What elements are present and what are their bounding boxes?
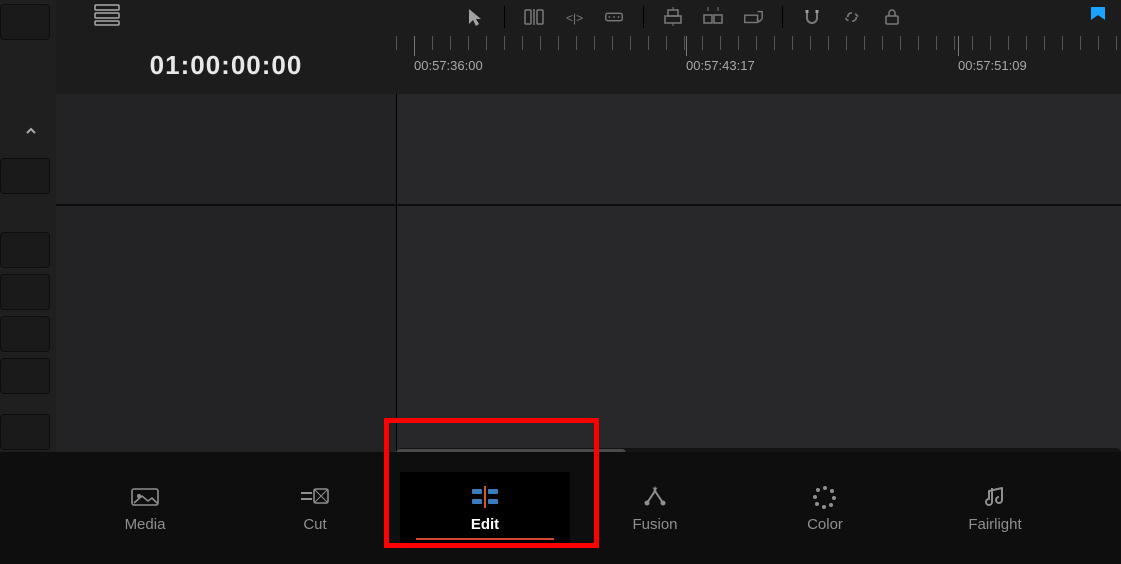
left-slot[interactable]: [0, 358, 50, 394]
overwrite-clip-icon[interactable]: [603, 6, 625, 28]
ruler-major-tick: [414, 36, 415, 56]
razor-blade-icon[interactable]: [523, 6, 545, 28]
ruler-major-tick: [958, 36, 959, 56]
stacked-timelines-icon[interactable]: [94, 4, 120, 26]
append-at-end-icon[interactable]: [742, 6, 764, 28]
timecode-value: 01:00:00:00: [150, 50, 303, 81]
svg-text:<|>: <|>: [566, 11, 583, 25]
collapse-chevron-icon[interactable]: [24, 124, 38, 141]
flag-marker-icon[interactable]: [1089, 6, 1107, 33]
page-tab-fusion[interactable]: Fusion: [570, 472, 740, 544]
ruler-label: 00:57:43:17: [686, 58, 755, 73]
left-panel: [0, 0, 57, 452]
left-slot[interactable]: [0, 158, 50, 194]
track-row[interactable]: [56, 204, 1121, 452]
left-slot[interactable]: [0, 232, 50, 268]
page-tab-fairlight[interactable]: Fairlight: [910, 472, 1080, 544]
insert-clip-icon[interactable]: <|>: [563, 6, 585, 28]
page-navigation-bar: Media Cut Edit F: [0, 452, 1121, 564]
page-tab-label: Fusion: [632, 516, 677, 533]
timeline-toolbar: <|>: [56, 0, 1121, 37]
page-tab-cut[interactable]: Cut: [230, 472, 400, 544]
left-slot[interactable]: [0, 274, 50, 310]
lock-position-icon[interactable]: [881, 6, 903, 28]
color-page-icon: [812, 484, 838, 510]
app-root: <|>: [0, 0, 1121, 564]
page-tab-label: Media: [125, 516, 166, 533]
master-timecode[interactable]: 01:00:00:00: [56, 36, 397, 94]
left-slot[interactable]: [0, 4, 50, 40]
toolbar-separator: [643, 6, 644, 28]
cut-page-icon: [298, 484, 332, 510]
page-tab-label: Cut: [303, 516, 326, 533]
media-page-icon: [130, 484, 160, 510]
toolbar-separator: [782, 6, 783, 28]
left-slot[interactable]: [0, 316, 50, 352]
toolbar-separator: [504, 6, 505, 28]
magnet-snap-icon[interactable]: [801, 6, 823, 28]
arrow-pointer-icon[interactable]: [464, 6, 486, 28]
fusion-page-icon: [641, 484, 669, 510]
page-tab-edit[interactable]: Edit: [400, 472, 570, 544]
track-row[interactable]: [56, 94, 1121, 206]
timeline-ruler[interactable]: 00:57:36:00 00:57:43:17 00:57:51:09: [396, 36, 1121, 95]
timeline-header: 01:00:00:00 00:57:36:00 00:57:43:17 00:5…: [56, 36, 1121, 94]
replace-clip-icon[interactable]: [662, 6, 684, 28]
ruler-major-tick: [686, 36, 687, 56]
page-tab-color[interactable]: Color: [740, 472, 910, 544]
page-tab-label: Fairlight: [968, 516, 1021, 533]
page-tab-media[interactable]: Media: [60, 472, 230, 544]
fairlight-page-icon: [984, 484, 1006, 510]
page-tab-label: Edit: [471, 516, 499, 533]
left-slot[interactable]: [0, 414, 50, 450]
link-clips-icon[interactable]: [841, 6, 863, 28]
ruler-label: 00:57:51:09: [958, 58, 1027, 73]
edit-page-icon: [470, 484, 500, 510]
timeline-tracks: [56, 94, 1121, 452]
ruler-label: 00:57:36:00: [414, 58, 483, 73]
ripple-overwrite-icon[interactable]: [702, 6, 724, 28]
page-tab-label: Color: [807, 516, 843, 533]
ruler-ticks: [396, 36, 1121, 50]
